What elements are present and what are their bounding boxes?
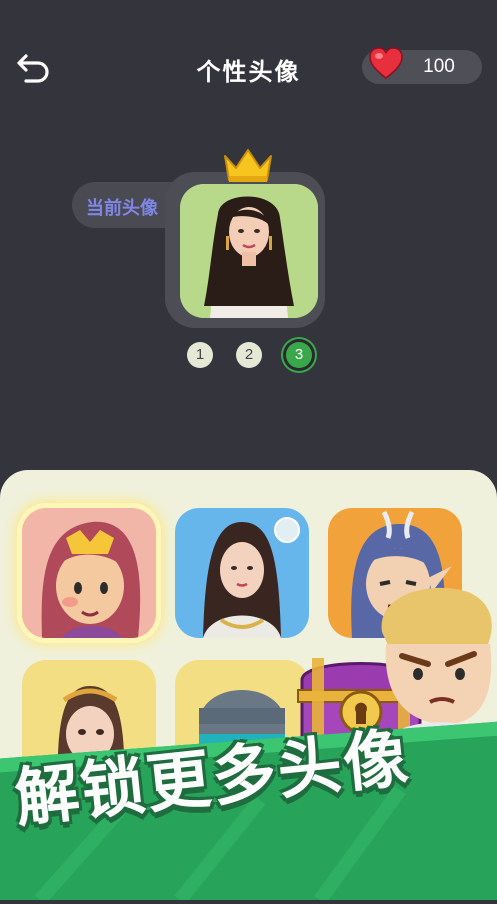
avatar-option-1[interactable]	[22, 508, 156, 638]
page-dot-3[interactable]: 3	[286, 342, 312, 368]
current-avatar-label: 当前头像	[86, 198, 158, 219]
avatar-option-2[interactable]	[175, 508, 309, 638]
current-avatar-image	[180, 184, 318, 318]
hearts-count: 100	[423, 56, 455, 77]
page-dot-2[interactable]: 2	[236, 342, 262, 368]
page-dot-1[interactable]: 1	[187, 342, 213, 368]
crown-icon	[224, 149, 272, 182]
hearts-counter: 100	[362, 47, 482, 84]
heart-icon	[369, 47, 403, 79]
